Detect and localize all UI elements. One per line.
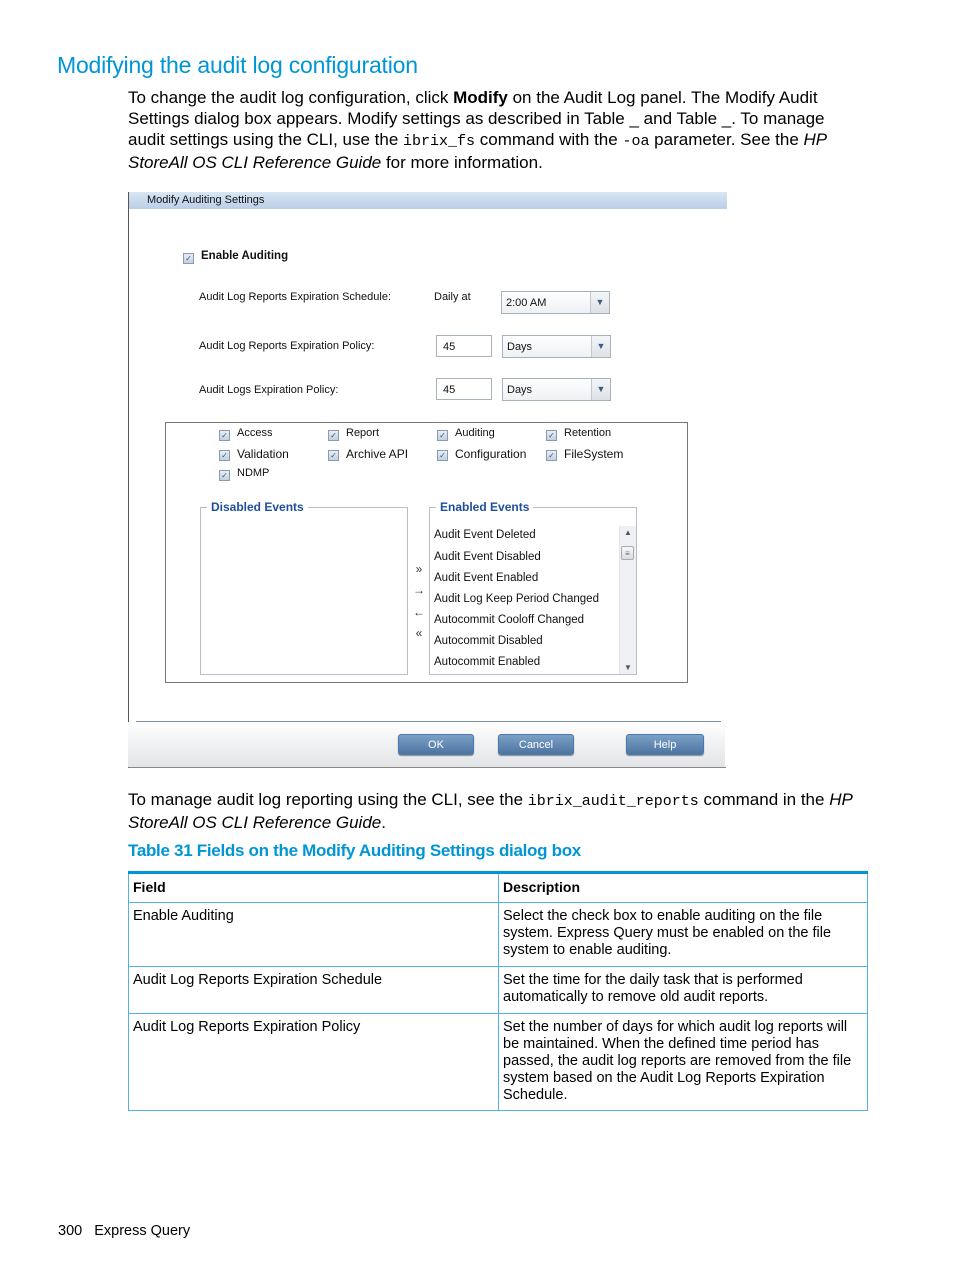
move-all-right-icon[interactable]: » (412, 562, 426, 576)
disabled-events-title: Disabled Events (207, 500, 308, 514)
column-header-description: Description (498, 871, 868, 903)
chevron-down-icon[interactable]: ▼ (590, 292, 609, 313)
reports-policy-unit-value: Days (507, 341, 533, 353)
intro-text: To change the audit log configuration, c… (128, 88, 454, 107)
field-cell: Enable Auditing (128, 902, 499, 967)
move-left-icon[interactable]: ← (412, 605, 426, 619)
move-right-icon[interactable]: → (412, 583, 426, 597)
enabled-events-title: Enabled Events (436, 500, 534, 514)
logs-policy-label: Audit Logs Expiration Policy: (199, 384, 339, 396)
description-cell: Select the check box to enable auditing … (498, 902, 868, 967)
disabled-events-list[interactable]: Disabled Events (200, 500, 408, 675)
table-row: Audit Log Reports Expiration Policy Set … (128, 1013, 868, 1111)
intro-text: for more information. (381, 153, 543, 172)
logs-policy-days-input[interactable]: 45 (436, 378, 492, 400)
category-filesystem-checkbox[interactable]: ✓ (546, 450, 557, 461)
cli-note-text: To manage audit log reporting using the … (128, 790, 528, 809)
table-row: Enable Auditing Select the check box to … (128, 902, 868, 967)
event-list-item[interactable]: Autocommit Cooloff Changed (434, 614, 584, 626)
table-caption: Table 31 Fields on the Modify Auditing S… (128, 841, 581, 860)
category-ndmp-label: NDMP (237, 467, 270, 479)
event-filter-panel: ✓ Access ✓ Report ✓ Auditing ✓ Retention… (165, 422, 688, 683)
reports-policy-days-input[interactable]: 45 (436, 335, 492, 357)
category-report-label: Report (346, 427, 380, 439)
category-auditing-label: Auditing (455, 427, 495, 439)
column-header-field: Field (128, 871, 499, 903)
category-report-checkbox[interactable]: ✓ (328, 430, 339, 441)
intro-text: command with the (475, 130, 623, 149)
intro-paragraph: To change the audit log configuration, c… (128, 87, 848, 173)
category-access-checkbox[interactable]: ✓ (219, 430, 230, 441)
code-ibrix-fs: ibrix_fs (403, 133, 476, 150)
schedule-prefix: Daily at (434, 291, 471, 303)
chevron-down-icon[interactable]: ▼ (591, 336, 610, 357)
page-footer: 300 Express Query (58, 1223, 190, 1239)
code-ibrix-audit-reports: ibrix_audit_reports (527, 793, 699, 810)
field-cell: Audit Log Reports Expiration Policy (128, 1013, 499, 1111)
enable-auditing-checkbox[interactable]: ✓ (183, 253, 194, 264)
schedule-time-select[interactable]: 2:00 AM ▼ (501, 291, 610, 314)
category-filesystem-label: FileSystem (564, 447, 624, 461)
category-ndmp-checkbox[interactable]: ✓ (219, 470, 230, 481)
table-row: Audit Log Reports Expiration Schedule Se… (128, 966, 868, 1014)
events-scrollbar[interactable]: ▲ ≡ ▼ (619, 526, 636, 674)
event-list-item[interactable]: Autocommit Enabled (434, 656, 540, 668)
event-list-item[interactable]: Audit Event Disabled (434, 551, 541, 563)
description-cell: Set the number of days for which audit l… (498, 1013, 868, 1111)
table-header-row: Field Description (128, 871, 868, 903)
scroll-down-icon[interactable]: ▼ (620, 663, 636, 672)
section-name: Express Query (94, 1223, 191, 1239)
cli-note-paragraph: To manage audit log reporting using the … (128, 789, 868, 833)
cancel-button[interactable]: Cancel (498, 734, 574, 755)
dialog-title: Modify Auditing Settings (129, 192, 727, 209)
chevron-down-icon[interactable]: ▼ (591, 379, 610, 400)
category-retention-checkbox[interactable]: ✓ (546, 430, 557, 441)
event-list-item[interactable]: Autocommit Disabled (434, 635, 543, 647)
intro-text: parameter. See the (649, 130, 804, 149)
field-cell: Audit Log Reports Expiration Schedule (128, 966, 499, 1014)
cli-note-text: . (381, 813, 386, 832)
help-button[interactable]: Help (626, 734, 704, 755)
category-archive-api-label: Archive API (346, 447, 409, 461)
category-auditing-checkbox[interactable]: ✓ (437, 430, 448, 441)
schedule-label: Audit Log Reports Expiration Schedule: (199, 291, 392, 303)
category-archive-api-checkbox[interactable]: ✓ (328, 450, 339, 461)
event-list-item[interactable]: Audit Event Deleted (434, 529, 536, 541)
modify-emphasis: Modify (453, 88, 508, 107)
schedule-time-value: 2:00 AM (506, 297, 547, 309)
reports-policy-label: Audit Log Reports Expiration Policy: (199, 340, 375, 352)
description-cell: Set the time for the daily task that is … (498, 966, 868, 1014)
scroll-up-icon[interactable]: ▲ (620, 528, 636, 537)
category-validation-checkbox[interactable]: ✓ (219, 450, 230, 461)
event-list-item[interactable]: Audit Log Keep Period Changed (434, 593, 599, 605)
logs-policy-unit-value: Days (507, 384, 533, 396)
fields-table: Field Description Enable Auditing Select… (128, 871, 868, 1111)
ok-button[interactable]: OK (398, 734, 474, 755)
category-retention-label: Retention (564, 427, 612, 439)
enable-auditing-label: Enable Auditing (201, 250, 289, 262)
scroll-thumb[interactable]: ≡ (621, 546, 634, 560)
section-heading: Modifying the audit log configuration (57, 52, 418, 78)
category-validation-label: Validation (237, 447, 289, 461)
move-all-left-icon[interactable]: « (412, 626, 426, 640)
code-oa: -oa (622, 133, 650, 150)
category-configuration-checkbox[interactable]: ✓ (437, 450, 448, 461)
reports-policy-unit-select[interactable]: Days ▼ (502, 335, 611, 358)
event-list-item[interactable]: Audit Event Enabled (434, 572, 538, 584)
page-number: 300 (58, 1223, 83, 1239)
logs-policy-unit-select[interactable]: Days ▼ (502, 378, 611, 401)
enabled-events-list[interactable]: Enabled Events Audit Event Deleted Audit… (429, 500, 637, 675)
category-configuration-label: Configuration (455, 447, 527, 461)
cli-note-text: command in the (698, 790, 830, 809)
category-access-label: Access (237, 427, 273, 439)
